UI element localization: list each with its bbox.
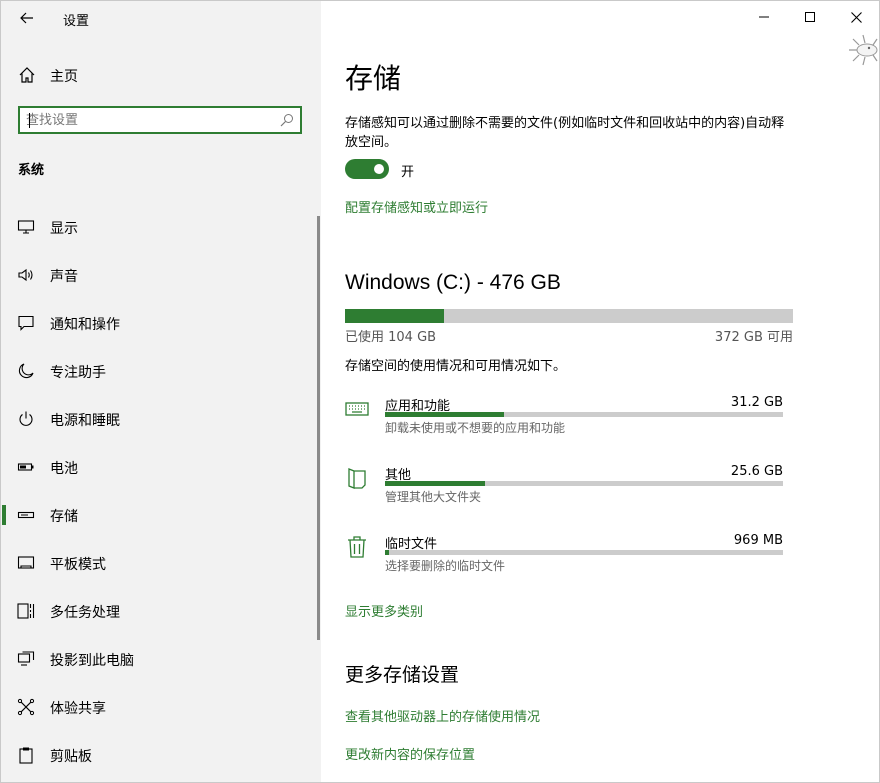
main-content: 存储 存储感知可以通过删除不需要的文件(例如临时文件和回收站中的内容)自动释放空… [321,1,879,782]
battery-icon [17,463,34,471]
speaker-icon [18,268,33,282]
clipboard-icon [19,747,33,764]
file-icon [348,468,366,489]
sidebar-item-project[interactable]: 投影到此电脑 [1,637,317,681]
storage-icon [17,511,35,519]
bug-decoration-icon [849,34,878,66]
category-size: 969 MB [733,533,783,548]
category-bar-fill [385,481,485,486]
sidebar-item-notifications[interactable]: 通知和操作 [1,301,317,345]
other-drives-usage-link[interactable]: 查看其他驱动器上的存储使用情况 [345,706,540,725]
sidebar-item-label: 声音 [50,269,78,285]
toggle-state-label: 开 [401,165,415,180]
category-size: 31.2 GB [730,395,783,410]
show-more-categories-link[interactable]: 显示更多类别 [345,601,423,620]
sidebar-item-battery[interactable]: 电池 [1,445,317,489]
sidebar-item-label: 显示 [50,221,78,237]
tablet-icon [17,556,35,569]
category-other[interactable]: 其他 25.6 GB 管理其他大文件夹 [345,464,785,524]
back-button[interactable] [11,4,43,32]
search-input[interactable] [26,111,276,129]
storage-sense-toggle[interactable] [345,159,389,179]
category-bar [385,412,783,417]
close-icon [850,11,862,23]
settings-window: 设置 主页 系统 显示 声音 通知和操作 专注助手 电源 [0,0,880,783]
sidebar-item-clipboard[interactable]: 剪贴板 [1,733,317,777]
text-caret [29,113,30,128]
drive-usage-bar[interactable] [345,309,793,323]
sidebar-item-shared-experiences[interactable]: 体验共享 [1,685,317,729]
sidebar-item-storage[interactable]: 存储 [1,493,317,537]
keyboard-icon [345,402,369,416]
category-subtitle: 选择要删除的临时文件 [385,559,506,573]
sidebar-item-label: 平板模式 [50,557,106,573]
maximize-button[interactable] [787,1,833,33]
search-icon[interactable] [280,113,294,127]
active-indicator [2,505,6,525]
sidebar-scrollbar[interactable] [317,216,320,640]
minimize-button[interactable] [741,1,787,33]
sidebar-item-label: 投影到此电脑 [50,653,134,669]
monitor-icon [17,220,35,234]
sidebar-item-label: 电源和睡眠 [50,413,120,429]
category-size: 25.6 GB [730,464,783,479]
sidebar-item-home[interactable]: 主页 [1,57,319,93]
category-subtitle: 管理其他大文件夹 [385,490,482,504]
category-bar-fill [385,412,505,417]
sidebar-item-display[interactable]: 显示 [1,205,317,249]
category-bar [385,481,783,486]
drive-usage-fill [345,309,444,323]
sidebar-item-label: 体验共享 [50,701,106,717]
back-arrow-icon [20,12,33,24]
toggle-knob [374,164,384,174]
sidebar: 设置 主页 系统 显示 声音 通知和操作 专注助手 电源 [1,1,321,782]
category-bar [385,550,783,555]
sidebar-item-power[interactable]: 电源和睡眠 [1,397,317,441]
free-space-label: 372 GB 可用 [714,330,793,345]
category-apps[interactable]: 应用和功能 31.2 GB 卸载未使用或不想要的应用和功能 [345,395,785,455]
share-icon [17,698,35,716]
category-bar-fill [385,550,389,555]
moon-icon [18,363,34,379]
close-button[interactable] [833,1,879,33]
app-title: 设置 [63,14,90,29]
message-icon [18,315,34,331]
configure-storage-sense-link[interactable]: 配置存储感知或立即运行 [345,197,488,216]
home-icon [19,67,35,83]
project-icon [17,651,35,666]
section-title: 系统 [18,163,45,178]
sidebar-item-multitasking[interactable]: 多任务处理 [1,589,317,633]
sidebar-item-label: 多任务处理 [50,605,120,621]
maximize-icon [805,12,815,22]
category-subtitle: 卸载未使用或不想要的应用和功能 [385,421,566,435]
sidebar-item-label: 剪贴板 [50,749,92,765]
category-temp-files[interactable]: 临时文件 969 MB 选择要删除的临时文件 [345,533,785,593]
used-space-label: 已使用 104 GB [345,330,437,345]
sidebar-item-label: 通知和操作 [50,317,120,333]
home-label: 主页 [50,69,78,85]
sidebar-item-label: 电池 [50,461,78,477]
trash-icon [348,536,366,558]
change-save-location-link[interactable]: 更改新内容的保存位置 [345,744,475,763]
page-title: 存储 [345,62,402,95]
sidebar-item-label: 存储 [50,509,78,525]
power-icon [19,411,33,426]
usage-description: 存储空间的使用情况和可用情况如下。 [345,359,567,374]
storage-sense-description: 存储感知可以通过删除不需要的文件(例如临时文件和回收站中的内容)自动释放空间。 [345,116,785,150]
drive-title: Windows (C:) - 476 GB [345,271,561,294]
sidebar-item-sound[interactable]: 声音 [1,253,317,297]
sidebar-item-tablet-mode[interactable]: 平板模式 [1,541,317,585]
minimize-icon [759,16,769,18]
sidebar-item-focus-assist[interactable]: 专注助手 [1,349,317,393]
sidebar-item-label: 专注助手 [50,365,106,381]
more-storage-settings-title: 更多存储设置 [345,664,460,686]
search-box[interactable] [18,106,302,134]
multitask-icon [17,603,35,619]
